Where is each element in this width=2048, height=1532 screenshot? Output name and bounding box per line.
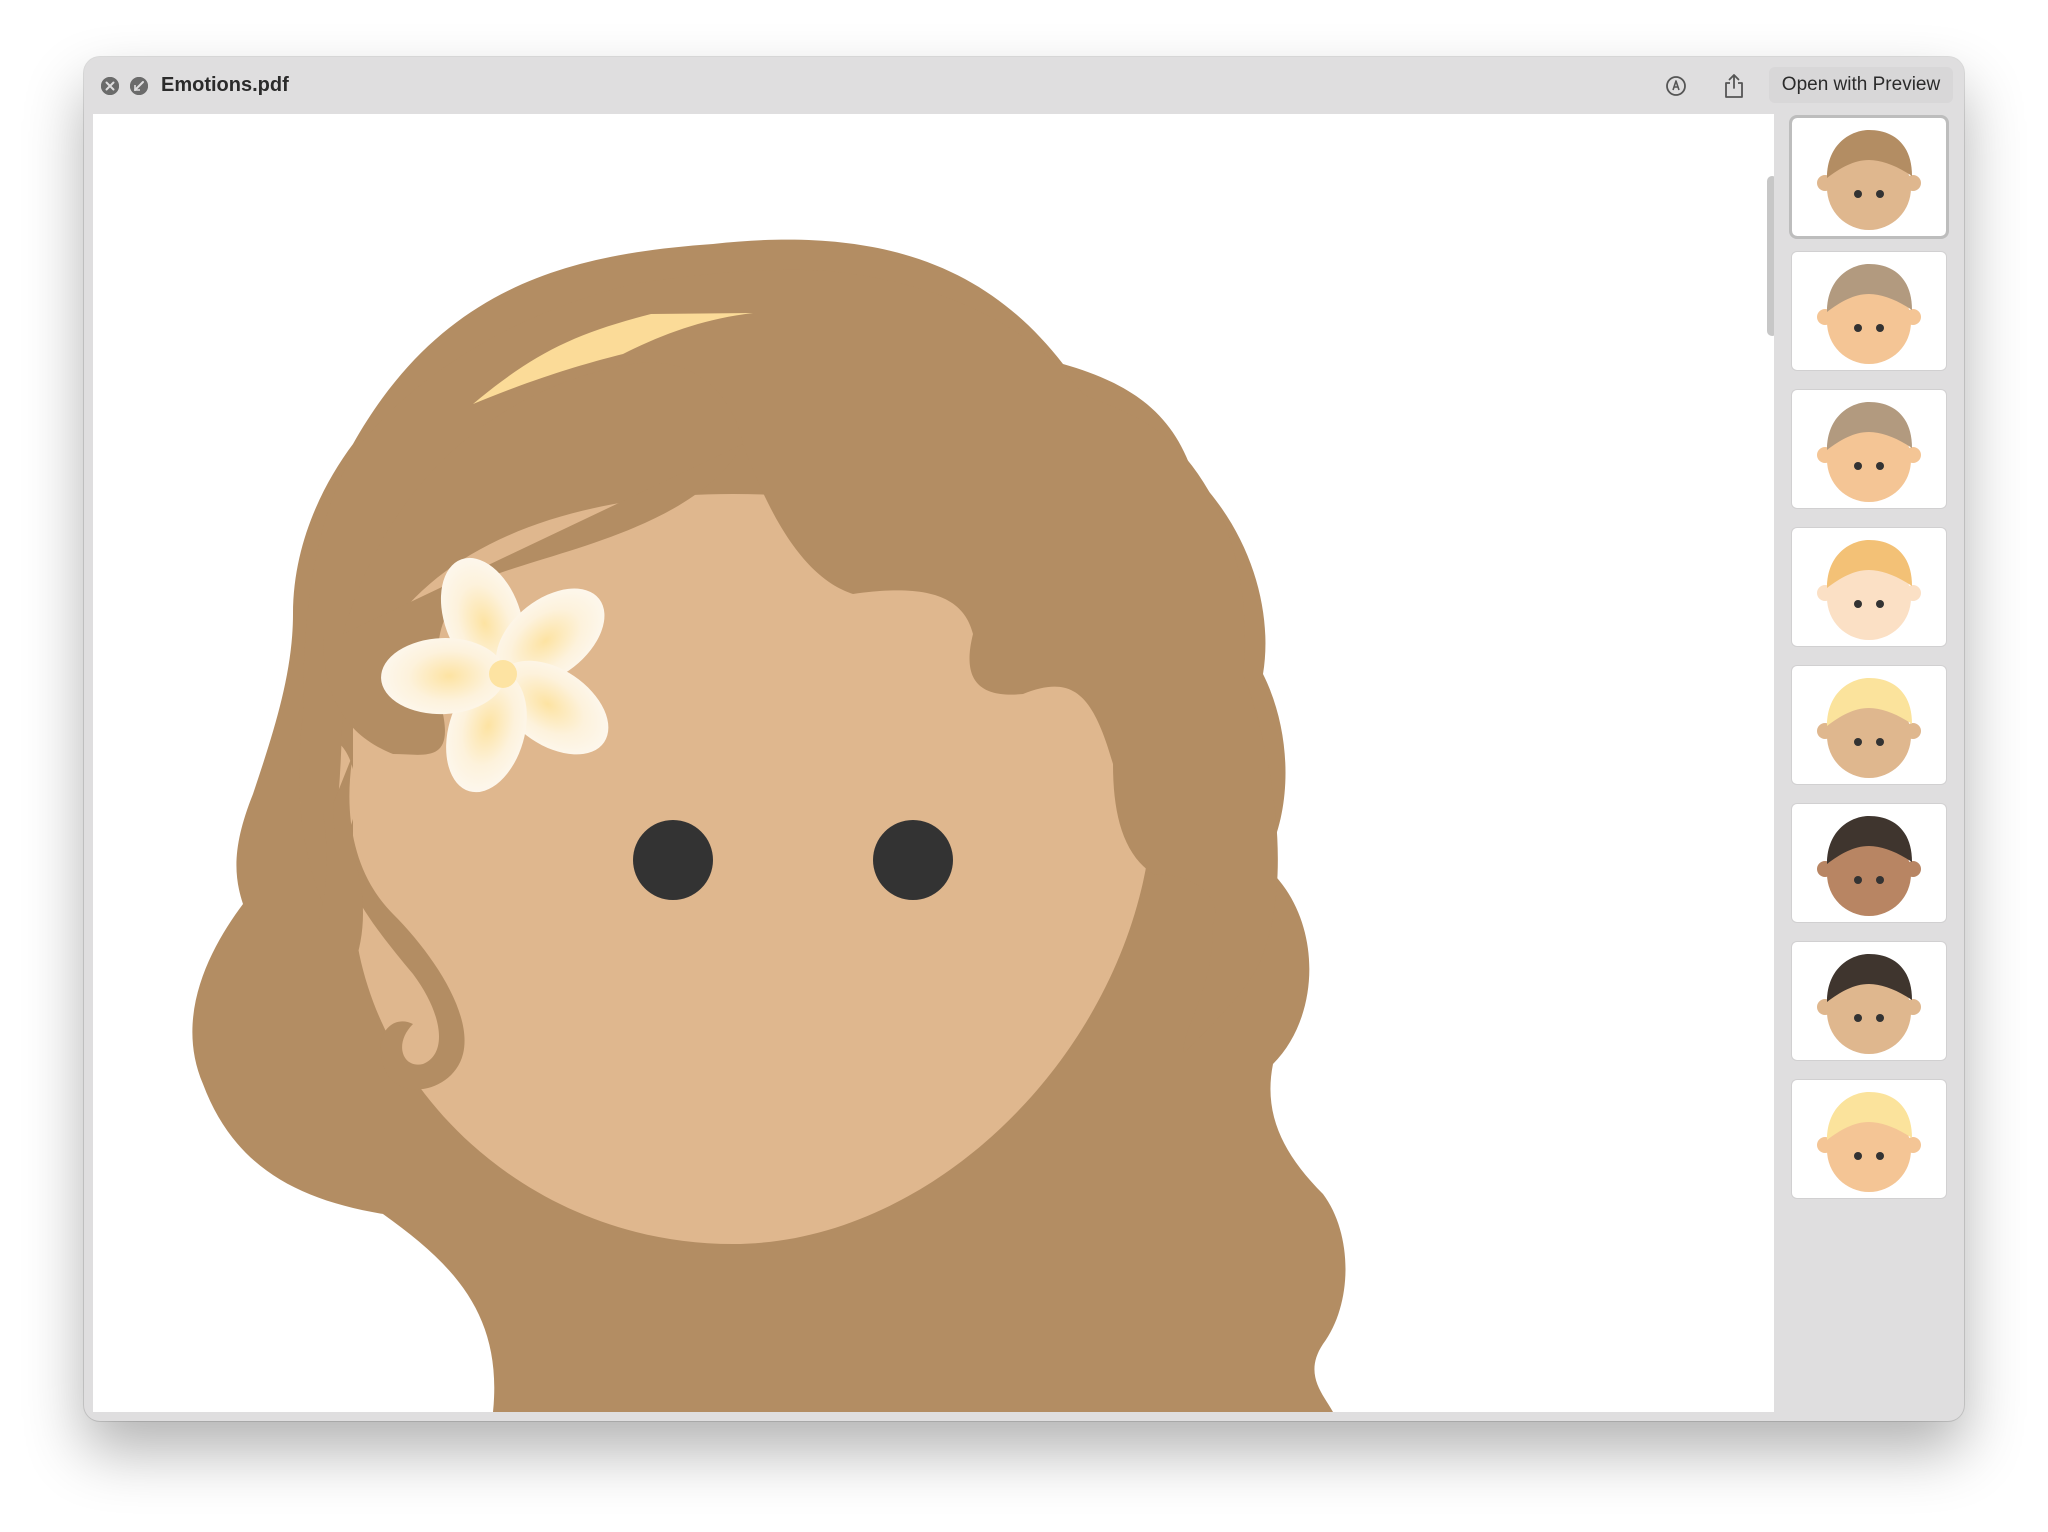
page-thumbnail-5[interactable]	[1792, 666, 1946, 784]
thumbnail-face	[1817, 1092, 1921, 1192]
scrollbar[interactable]	[1767, 176, 1774, 336]
page-thumbnail-1[interactable]	[1789, 115, 1949, 239]
right-eye	[873, 820, 953, 900]
thumbnail-face	[1817, 130, 1921, 230]
thumbnail-sidebar	[1786, 114, 1954, 1412]
thumbnail-face	[1817, 678, 1921, 778]
thumbnail-face	[1817, 402, 1921, 502]
page-thumbnail-8[interactable]	[1792, 1080, 1946, 1198]
share-icon[interactable]	[1717, 69, 1751, 103]
page-thumbnail-4[interactable]	[1792, 528, 1946, 646]
fullscreen-icon[interactable]	[130, 77, 148, 95]
quicklook-window: Emotions.pdf Open with Preview	[84, 57, 1964, 1421]
title-bar: Emotions.pdf Open with Preview	[84, 57, 1964, 113]
open-with-preview-button[interactable]: Open with Preview	[1769, 67, 1953, 103]
page-illustration	[192, 239, 1346, 1412]
thumbnail-face	[1817, 954, 1921, 1054]
left-eye	[633, 820, 713, 900]
thumbnail-face	[1817, 264, 1921, 364]
close-icon[interactable]	[101, 77, 119, 95]
document-viewer[interactable]	[93, 114, 1774, 1412]
page-thumbnail-7[interactable]	[1792, 942, 1946, 1060]
thumbnail-face	[1817, 540, 1921, 640]
page-thumbnail-3[interactable]	[1792, 390, 1946, 508]
window-title: Emotions.pdf	[161, 74, 289, 96]
page-thumbnail-6[interactable]	[1792, 804, 1946, 922]
thumbnail-face	[1817, 816, 1921, 916]
markup-icon[interactable]	[1659, 69, 1693, 103]
page-thumbnail-2[interactable]	[1792, 252, 1946, 370]
